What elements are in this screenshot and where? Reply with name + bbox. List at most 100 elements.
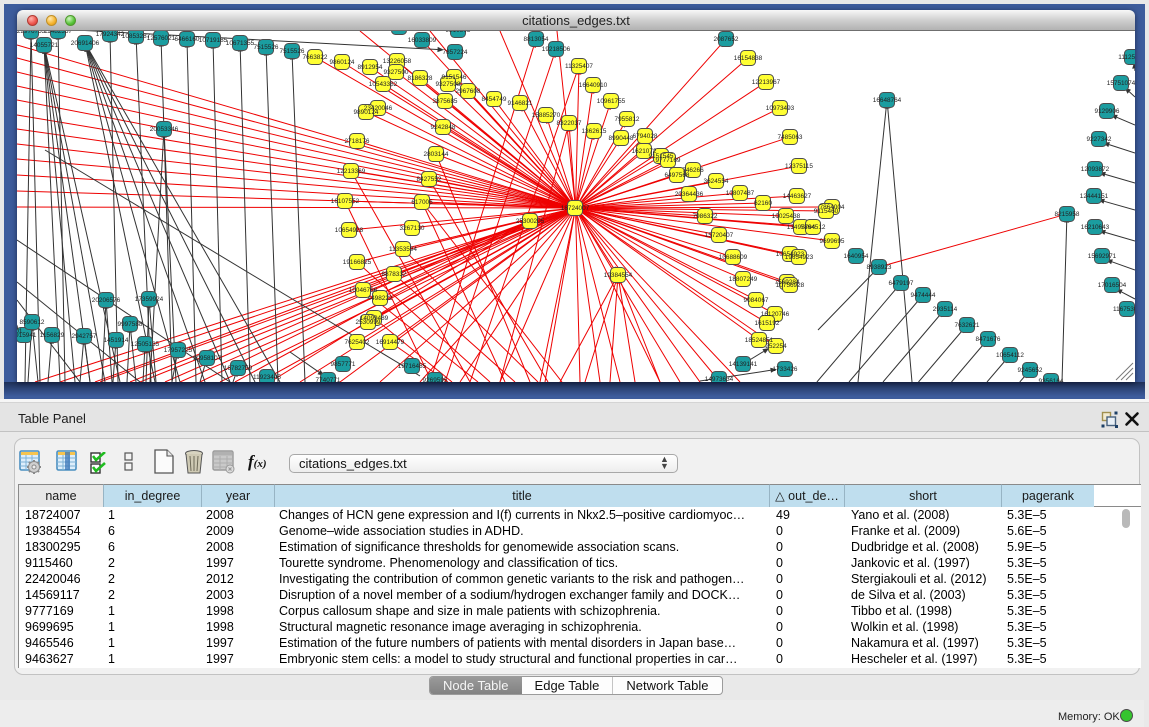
svg-text:17359924: 17359924 (135, 296, 164, 303)
svg-text:9860124: 9860124 (330, 59, 355, 66)
svg-text:10688609: 10688609 (719, 254, 748, 261)
svg-text:8990448: 8990448 (609, 135, 634, 142)
svg-text:9327508: 9327508 (436, 81, 461, 88)
svg-text:9890124: 9890124 (354, 109, 379, 116)
svg-text:2718176: 2718176 (345, 138, 370, 145)
svg-text:15885270: 15885270 (532, 112, 561, 119)
svg-text:19218506: 19218506 (542, 46, 571, 53)
svg-text:9474444: 9474444 (911, 292, 936, 299)
svg-text:22976753: 22976753 (17, 31, 46, 35)
svg-text:7485063: 7485063 (778, 134, 803, 141)
svg-text:6497568: 6497568 (665, 172, 690, 179)
svg-text:9129906: 9129906 (1095, 108, 1120, 115)
svg-text:7663822: 7663822 (303, 54, 328, 61)
svg-text:3624554: 3624554 (704, 178, 729, 185)
svg-text:18807249: 18807249 (729, 276, 758, 283)
svg-text:12505135: 12505135 (131, 341, 160, 348)
svg-text:7955812: 7955812 (615, 116, 640, 123)
svg-text:16210643: 16210643 (1081, 224, 1110, 231)
svg-text:1615192: 1615192 (755, 320, 780, 327)
svg-text:12213967: 12213967 (752, 79, 781, 86)
svg-text:9327500: 9327500 (384, 69, 409, 76)
svg-text:14463627: 14463627 (783, 193, 812, 200)
svg-text:9699695: 9699695 (820, 238, 845, 245)
svg-text:11125527: 11125527 (1118, 54, 1135, 61)
svg-text:9084067: 9084067 (744, 297, 769, 304)
svg-text:17016504: 17016504 (1098, 282, 1127, 289)
svg-text:10961755: 10961755 (597, 98, 626, 105)
svg-text:10807487: 10807487 (726, 190, 755, 197)
svg-text:19654923: 19654923 (785, 254, 814, 261)
svg-text:2803144: 2803144 (424, 151, 449, 158)
svg-text:2087652: 2087652 (714, 36, 739, 43)
svg-text:16640910: 16640910 (579, 82, 608, 89)
svg-text:2935114: 2935114 (933, 306, 958, 313)
svg-text:8813054: 8813054 (524, 36, 549, 43)
svg-text:15692971: 15692971 (1088, 253, 1117, 260)
svg-text:12093872: 12093872 (1081, 166, 1110, 173)
svg-text:62160: 62160 (754, 200, 772, 207)
svg-text:8454749: 8454749 (482, 96, 507, 103)
svg-text:19384554: 19384554 (604, 272, 633, 279)
svg-text:6479197: 6479197 (889, 280, 914, 287)
svg-text:9115460: 9115460 (814, 208, 839, 215)
svg-text:8186328: 8186328 (408, 75, 433, 82)
svg-text:2530999: 2530999 (356, 319, 381, 326)
svg-text:10719185: 10719185 (199, 37, 228, 44)
svg-text:10958107: 10958107 (193, 355, 222, 362)
svg-text:3915941: 3915941 (17, 332, 37, 339)
svg-text:14973634: 14973634 (705, 376, 734, 382)
svg-text:4498222: 4498222 (368, 295, 393, 302)
svg-text:9245652: 9245652 (1018, 367, 1043, 374)
svg-text:9242848: 9242848 (431, 124, 456, 131)
svg-text:12576021: 12576021 (147, 35, 176, 42)
svg-text:11923445: 11923445 (253, 374, 281, 381)
svg-text:9269595: 9269595 (423, 377, 448, 382)
svg-text:10025438: 10025438 (772, 213, 801, 220)
svg-text:16648764: 16648764 (873, 97, 902, 104)
svg-text:9356164: 9356164 (1039, 378, 1064, 382)
svg-text:16033809: 16033809 (408, 37, 437, 44)
svg-text:16107552: 16107552 (331, 198, 360, 205)
svg-text:10973493: 10973493 (766, 105, 795, 112)
svg-text:9227342: 9227342 (1087, 136, 1112, 143)
svg-text:16154838: 16154838 (734, 55, 763, 62)
svg-text:20364436: 20364436 (675, 191, 704, 198)
svg-text:25300205: 25300205 (516, 218, 545, 225)
svg-text:17924342: 17924342 (96, 31, 125, 38)
svg-text:7986322: 7986322 (693, 213, 718, 220)
svg-text:2967608: 2967608 (456, 88, 481, 95)
svg-text:8427552: 8427552 (417, 176, 442, 183)
svg-text:1156829: 1156829 (40, 332, 65, 339)
svg-text:7625402: 7625402 (345, 339, 370, 346)
svg-text:6466160: 6466160 (175, 36, 200, 43)
svg-text:12213369: 12213369 (337, 168, 366, 175)
svg-text:17957225: 17957225 (164, 347, 193, 354)
svg-text:7864512: 7864512 (801, 224, 826, 231)
svg-text:3267130: 3267130 (400, 225, 425, 232)
svg-text:7515526: 7515526 (254, 44, 279, 51)
svg-text:20691406: 20691406 (71, 40, 100, 47)
svg-text:8878332: 8878332 (382, 271, 407, 278)
svg-text:10654928: 10654928 (335, 227, 364, 234)
svg-text:9997588: 9997588 (118, 321, 143, 328)
svg-text:19166825: 19166825 (343, 259, 372, 266)
svg-text:3875685: 3875685 (433, 98, 458, 105)
svg-text:7857224: 7857224 (443, 49, 468, 56)
svg-text:11482357: 11482357 (44, 31, 72, 35)
svg-text:9219303: 9219303 (446, 31, 471, 34)
svg-text:252254: 252254 (765, 343, 787, 350)
svg-text:11325407: 11325407 (565, 63, 593, 70)
svg-text:10756928: 10756928 (776, 282, 805, 289)
svg-text:20053346: 20053346 (150, 126, 179, 133)
svg-text:1362615: 1362615 (582, 128, 607, 135)
svg-text:8938923: 8938923 (867, 264, 892, 271)
svg-text:19716485: 19716485 (398, 363, 427, 370)
svg-text:12444151: 12444151 (1080, 193, 1109, 200)
svg-text:1640954: 1640954 (844, 253, 869, 260)
svg-text:18724007: 18724007 (561, 205, 590, 212)
svg-text:16120746: 16120746 (761, 311, 790, 318)
svg-text:15720407: 15720407 (705, 232, 734, 239)
svg-text:9857771: 9857771 (331, 361, 356, 368)
svg-text:8471676: 8471676 (976, 336, 1001, 343)
